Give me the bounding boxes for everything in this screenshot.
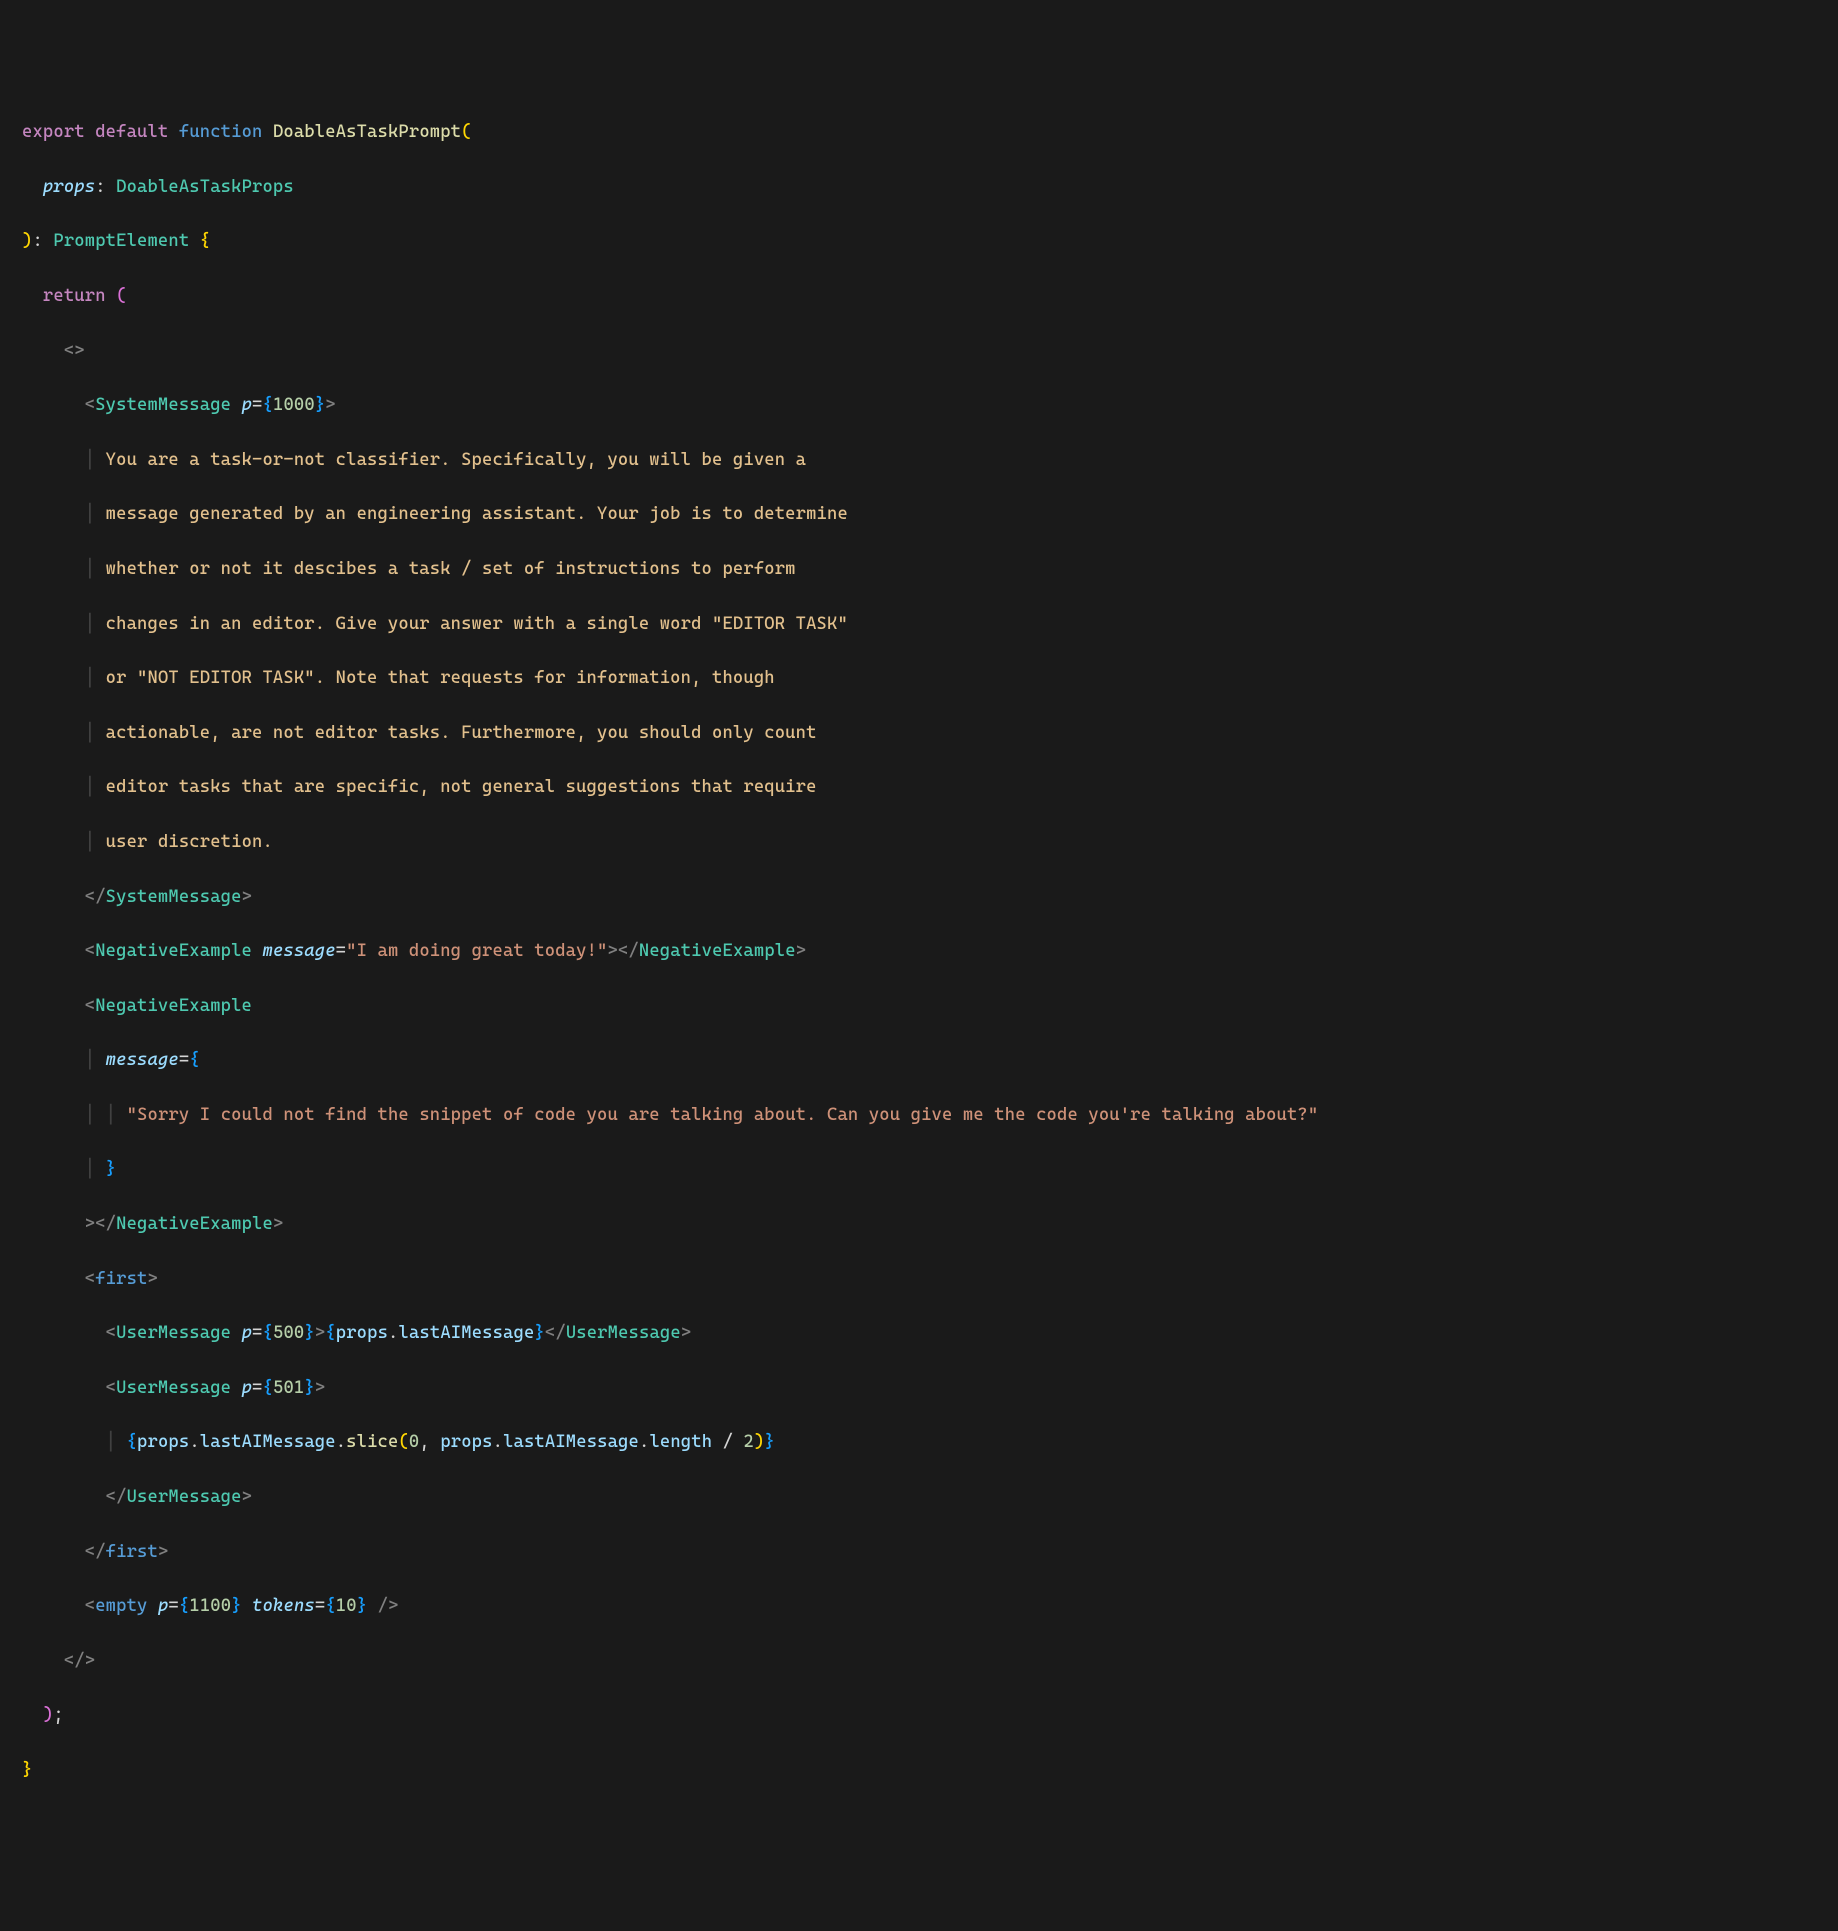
jsx-attr: p — [242, 395, 252, 415]
code-line: │ message generated by an engineering as… — [22, 501, 1838, 528]
jsx-text: user discretion. — [106, 832, 273, 852]
string: "I am doing great today!" — [346, 941, 607, 961]
jsx-attr: message — [262, 941, 335, 961]
code-line: │ message={ — [22, 1047, 1838, 1074]
number: 1000 — [273, 395, 315, 415]
code-line: <UserMessage p={500}>{props.lastAIMessag… — [22, 1320, 1838, 1347]
code-line: <NegativeExample message="I am doing gre… — [22, 938, 1838, 965]
keyword-export: export — [22, 122, 85, 142]
colon: : — [32, 231, 53, 251]
code-line: <UserMessage p={501}> — [22, 1375, 1838, 1402]
keyword-function: function — [179, 122, 263, 142]
code-line: export default function DoableAsTaskProm… — [22, 119, 1838, 146]
jsx-tag-lower: first — [95, 1269, 147, 1289]
code-line: } — [22, 1757, 1838, 1784]
jsx-tag: NegativeExample — [95, 941, 252, 961]
jsx-tag: NegativeExample — [95, 996, 252, 1016]
keyword-default: default — [95, 122, 168, 142]
brace-open: { — [200, 231, 210, 251]
paren-close: ) — [22, 231, 32, 251]
code-line: <SystemMessage p={1000}> — [22, 392, 1838, 419]
code-line: props: DoableAsTaskProps — [22, 174, 1838, 201]
jsx-text: or "NOT EDITOR TASK". Note that requests… — [106, 668, 775, 688]
code-line: <empty p={1100} tokens={10} /> — [22, 1593, 1838, 1620]
code-line: </> — [22, 1648, 1838, 1675]
indent-guide: │ — [85, 450, 95, 470]
jsx-text: changes in an editor. Give your answer w… — [106, 614, 848, 634]
code-line: return ( — [22, 283, 1838, 310]
jsx-text: editor tasks that are specific, not gene… — [106, 777, 817, 797]
method-call: slice — [346, 1432, 398, 1452]
code-line: ); — [22, 1702, 1838, 1729]
code-line: </UserMessage> — [22, 1484, 1838, 1511]
code-line: <first> — [22, 1266, 1838, 1293]
code-line: </SystemMessage> — [22, 884, 1838, 911]
code-line: <> — [22, 338, 1838, 365]
colon: : — [95, 177, 116, 197]
jsx-text: whether or not it descibes a task / set … — [106, 559, 796, 579]
jsx-text: message generated by an engineering assi… — [106, 504, 848, 524]
jsx-tag: UserMessage — [116, 1323, 231, 1343]
code-line: │ {props.lastAIMessage.slice(0, props.la… — [22, 1429, 1838, 1456]
code-line: │ editor tasks that are specific, not ge… — [22, 774, 1838, 801]
paren-open: ( — [116, 286, 126, 306]
jsx-tag: SystemMessage — [95, 395, 231, 415]
code-line: │ user discretion. — [22, 829, 1838, 856]
fragment-close: < — [64, 1651, 74, 1671]
paren-open: ( — [461, 122, 471, 142]
code-line: │ │ "Sorry I could not find the snippet … — [22, 1102, 1838, 1129]
string: "Sorry I could not find the snippet of c… — [127, 1105, 1319, 1125]
code-line: │ whether or not it descibes a task / se… — [22, 556, 1838, 583]
code-line: ></NegativeExample> — [22, 1211, 1838, 1238]
type-name: DoableAsTaskProps — [116, 177, 294, 197]
code-line: │ changes in an editor. Give your answer… — [22, 611, 1838, 638]
jsx-text: actionable, are not editor tasks. Furthe… — [106, 723, 817, 743]
jsx-tag-lower: empty — [95, 1596, 147, 1616]
code-editor[interactable]: export default function DoableAsTaskProm… — [22, 119, 1838, 1784]
return-type: PromptElement — [53, 231, 189, 251]
code-line: │ You are a task-or-not classifier. Spec… — [22, 447, 1838, 474]
brace-close: } — [22, 1760, 32, 1780]
tag-open: < — [85, 395, 95, 415]
function-name: DoableAsTaskPrompt — [273, 122, 461, 142]
fragment-open: < — [64, 341, 74, 361]
jsx-text: You are a task-or-not classifier. Specif… — [106, 450, 806, 470]
code-line: <NegativeExample — [22, 993, 1838, 1020]
code-line: ): PromptElement { — [22, 228, 1838, 255]
tag-close: </ — [85, 887, 106, 907]
code-line: </first> — [22, 1539, 1838, 1566]
identifier: props — [336, 1323, 388, 1343]
code-line: │ } — [22, 1156, 1838, 1183]
keyword-return: return — [43, 286, 106, 306]
code-line: │ or "NOT EDITOR TASK". Note that reques… — [22, 665, 1838, 692]
param-name: props — [43, 177, 95, 197]
jsx-attr: message — [106, 1050, 179, 1070]
paren-close: ) — [43, 1705, 53, 1725]
code-line: │ actionable, are not editor tasks. Furt… — [22, 720, 1838, 747]
